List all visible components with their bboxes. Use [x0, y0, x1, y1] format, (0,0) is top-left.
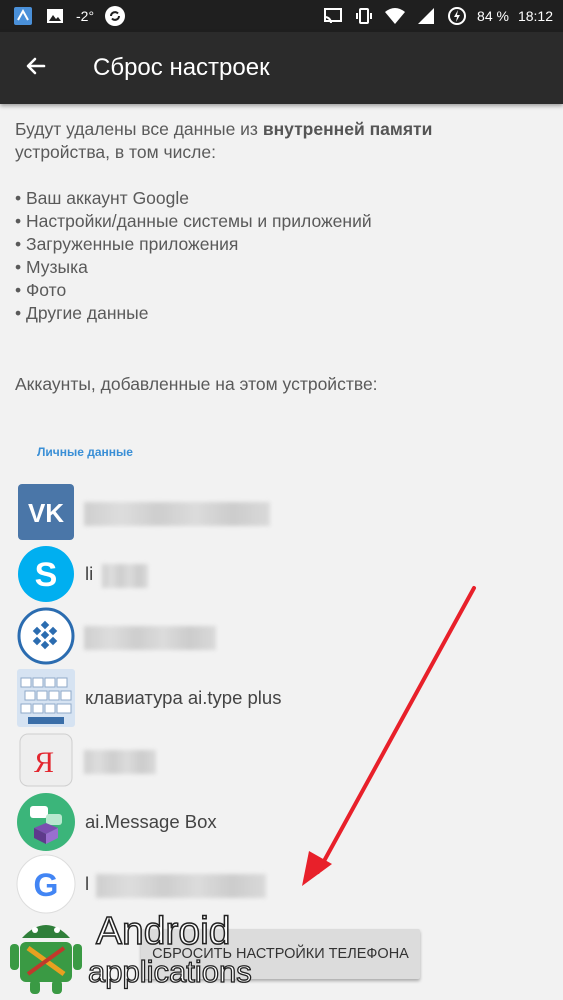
back-button[interactable]	[14, 46, 58, 90]
android-applications-watermark: Android applications	[8, 908, 268, 998]
account-row-ai-message-box: ai.Message Box	[16, 792, 536, 852]
list-item: Музыка	[15, 256, 550, 279]
battery-saver-icon	[446, 5, 468, 27]
account-row-vk: VK	[16, 482, 536, 542]
account-row-google: G l	[16, 854, 536, 914]
svg-text:VK: VK	[28, 498, 64, 528]
intro-tail: устройства, в том числе:	[15, 142, 216, 162]
list-item: Настройки/данные системы и приложений	[15, 210, 550, 233]
wifi-icon	[384, 5, 406, 27]
arrow-left-icon	[24, 54, 48, 83]
watermark-line1: Android	[95, 910, 231, 954]
temperature-text: -2°	[76, 8, 95, 24]
account-row-yandex: Я	[16, 730, 536, 790]
skype-icon: S	[16, 544, 76, 604]
list-item: Другие данные	[15, 302, 550, 325]
page-title: Сброс настроек	[93, 54, 270, 81]
intro-text: Будут удалены все данные из внутренней п…	[15, 118, 550, 164]
webmoney-icon	[16, 606, 76, 666]
account-name: клавиатура ai.type plus	[85, 687, 282, 708]
app-toolbar: Сброс настроек	[0, 32, 563, 104]
watermark-line2: applications	[87, 953, 252, 989]
status-bar: -2° 84 % 18:12	[0, 0, 563, 32]
app-notification-icon	[12, 5, 34, 27]
accounts-heading: Аккаунты, добавленные на этом устройстве…	[15, 374, 378, 394]
sync-notification-icon	[104, 5, 126, 27]
image-notification-icon	[44, 5, 66, 27]
blurred-name	[102, 564, 148, 588]
blurred-name	[96, 874, 266, 898]
section-label: Личные данные	[37, 445, 133, 459]
yandex-icon: Я	[16, 730, 76, 790]
data-list: Ваш аккаунт Google Настройки/данные сист…	[15, 187, 550, 325]
ai-type-keyboard-icon	[16, 668, 76, 728]
vibrate-icon	[353, 5, 375, 27]
account-name: li	[85, 563, 94, 584]
intro-bold: внутренней памяти	[262, 119, 433, 139]
battery-percent: 84 %	[477, 8, 509, 24]
status-left: -2°	[12, 4, 126, 28]
android-robot-logo	[10, 925, 82, 994]
list-item: Фото	[15, 279, 550, 302]
account-row-webmoney	[16, 606, 536, 666]
blurred-name	[84, 626, 216, 650]
status-right: 84 % 18:12	[322, 4, 553, 28]
ai-message-box-icon	[16, 792, 76, 852]
account-name: ai.Message Box	[85, 811, 217, 832]
reset-description: Будут удалены все данные из внутренней п…	[15, 118, 550, 325]
blurred-name	[84, 502, 270, 526]
signal-icon	[415, 5, 437, 27]
blurred-name	[84, 750, 156, 774]
vk-icon: VK	[16, 482, 76, 542]
svg-text:Я: Я	[34, 746, 54, 779]
svg-text:G: G	[34, 867, 59, 903]
google-icon: G	[16, 854, 76, 914]
svg-text:S: S	[35, 556, 58, 594]
cast-icon	[322, 5, 344, 27]
account-row-aitype: клавиатура ai.type plus	[16, 668, 536, 728]
list-item: Загруженные приложения	[15, 233, 550, 256]
intro-plain: Будут удалены все данные из	[15, 119, 263, 139]
clock: 18:12	[517, 8, 553, 24]
account-name: l	[85, 873, 90, 894]
list-item: Ваш аккаунт Google	[15, 187, 550, 210]
account-row-skype: S li	[16, 544, 536, 604]
